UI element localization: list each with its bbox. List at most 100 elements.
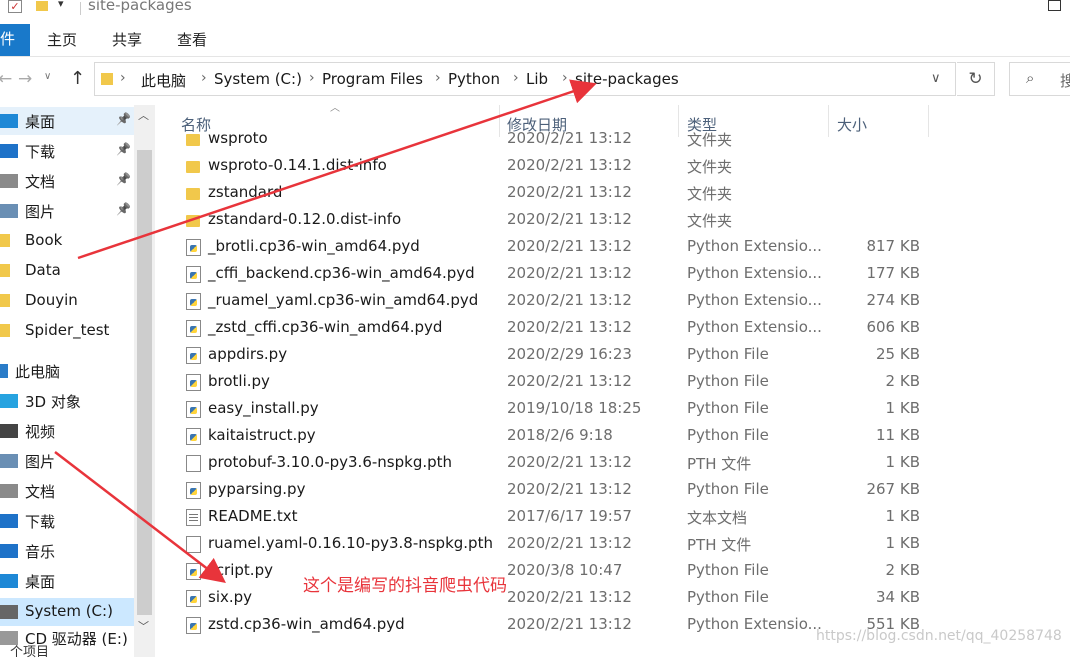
file-row[interactable]: appdirs.py 2020/2/29 16:23 Python File 25 K…: [170, 342, 1070, 369]
item-count: 个项目: [10, 645, 50, 660]
search-input[interactable]: ⌕ 搜: [1009, 62, 1070, 96]
file-name: appdirs.py: [208, 345, 288, 363]
file-type: Python File: [687, 480, 769, 498]
chevron-right-icon[interactable]: ›: [513, 70, 519, 86]
chevron-right-icon[interactable]: ›: [309, 70, 315, 86]
file-name: _brotli.cp36-win_amd64.pyd: [208, 237, 420, 255]
python-file-icon: [186, 482, 201, 499]
nav-item[interactable]: 此电脑: [0, 357, 134, 385]
folder-icon: [0, 324, 10, 337]
recent-locations-icon[interactable]: ∨: [44, 71, 51, 82]
nav-item[interactable]: 音乐: [0, 537, 134, 565]
scroll-up-icon[interactable]: ︿: [138, 107, 149, 123]
document-icon: [0, 174, 18, 188]
up-arrow-icon[interactable]: ↑: [70, 68, 85, 89]
file-row[interactable]: _ruamel_yaml.cp36-win_amd64.pyd 2020/2/21…: [170, 288, 1070, 315]
nav-item-label: 此电脑: [15, 363, 61, 381]
nav-item-label: 下载: [25, 513, 56, 531]
nav-item[interactable]: 图片: [0, 447, 134, 475]
3d-objects-icon: [0, 394, 18, 408]
nav-item-label: Douyin: [25, 291, 78, 309]
back-arrow-icon[interactable]: ←: [0, 69, 12, 89]
maximize-button[interactable]: [1048, 0, 1061, 11]
chevron-right-icon[interactable]: ›: [562, 70, 568, 86]
file-date: 2020/2/21 13:12: [507, 129, 632, 147]
refresh-button[interactable]: ↻: [957, 62, 995, 96]
tab-home[interactable]: 主页: [47, 29, 77, 50]
address-bar[interactable]: › 此电脑 › System (C:) › Program Files › Py…: [94, 62, 956, 96]
nav-scrollbar-thumb[interactable]: [137, 150, 152, 615]
address-dropdown-icon[interactable]: ∨: [931, 71, 941, 86]
nav-item-label: 桌面: [25, 113, 56, 131]
nav-item[interactable]: Spider_test: [0, 317, 134, 345]
file-row[interactable]: ruamel.yaml-0.16.10-py3.8-nspkg.pth 2020/…: [170, 531, 1070, 558]
nav-item[interactable]: 下载: [0, 507, 134, 535]
file-type: Python Extensio...: [687, 615, 822, 633]
file-size: 1 KB: [885, 399, 920, 417]
folder-icon: [186, 161, 200, 173]
crumb-lib[interactable]: Lib: [526, 70, 548, 88]
file-type: Python File: [687, 588, 769, 606]
file-row[interactable]: zstandard 2020/2/21 13:12 文件夹: [170, 180, 1070, 207]
chevron-right-icon[interactable]: ›: [201, 70, 207, 86]
crumb-this-pc[interactable]: 此电脑: [141, 70, 186, 91]
tab-file[interactable]: 件: [0, 24, 30, 56]
file-name: script.py: [208, 561, 273, 579]
file-name: _zstd_cffi.cp36-win_amd64.pyd: [208, 318, 443, 336]
file-size: 34 KB: [876, 588, 920, 606]
file-row[interactable]: pyparsing.py 2020/2/21 13:12 Python File 26…: [170, 477, 1070, 504]
text-file-icon: [186, 509, 201, 526]
file-row[interactable]: brotli.py 2020/2/21 13:12 Python File 2 KB: [170, 369, 1070, 396]
nav-item[interactable]: Data: [0, 257, 134, 285]
file-size: 177 KB: [866, 264, 920, 282]
nav-item[interactable]: 桌面 📌: [0, 107, 134, 135]
file-row[interactable]: wsproto 2020/2/21 13:12 文件夹: [170, 126, 1070, 153]
chevron-right-icon[interactable]: ›: [120, 70, 126, 86]
tab-view[interactable]: 查看: [177, 29, 207, 50]
pin-icon: 📌: [116, 172, 131, 186]
download-icon: [0, 514, 18, 528]
nav-item[interactable]: 图片 📌: [0, 197, 134, 225]
crumb-site-packages[interactable]: site-packages: [575, 70, 679, 88]
file-type: Python Extensio...: [687, 237, 822, 255]
nav-item[interactable]: 桌面: [0, 567, 134, 595]
file-row[interactable]: README.txt 2017/6/17 19:57 文本文档 1 KB: [170, 504, 1070, 531]
nav-item[interactable]: 文档 📌: [0, 167, 134, 195]
file-row[interactable]: kaitaistruct.py 2018/2/6 9:18 Python File 1…: [170, 423, 1070, 450]
nav-item[interactable]: 下载 📌: [0, 137, 134, 165]
nav-item-label: Spider_test: [25, 321, 110, 339]
crumb-python[interactable]: Python: [448, 70, 500, 88]
file-row[interactable]: _cffi_backend.cp36-win_amd64.pyd 2020/2/2…: [170, 261, 1070, 288]
file-name: wsproto-0.14.1.dist-info: [208, 156, 387, 174]
file-row[interactable]: wsproto-0.14.1.dist-info 2020/2/21 13:12 文…: [170, 153, 1070, 180]
file-row[interactable]: easy_install.py 2019/10/18 18:25 Python Fi…: [170, 396, 1070, 423]
file-row[interactable]: _brotli.cp36-win_amd64.pyd 2020/2/21 13:1…: [170, 234, 1070, 261]
nav-item[interactable]: Book: [0, 227, 134, 255]
file-name: _ruamel_yaml.cp36-win_amd64.pyd: [208, 291, 479, 309]
nav-item[interactable]: Douyin: [0, 287, 134, 315]
tab-share[interactable]: 共享: [112, 29, 142, 50]
nav-item[interactable]: 文档: [0, 477, 134, 505]
file-type: Python File: [687, 426, 769, 444]
file-row[interactable]: protobuf-3.10.0-py3.6-nspkg.pth 2020/2/21…: [170, 450, 1070, 477]
checkmark-icon[interactable]: ✓: [8, 0, 22, 13]
file-size: 11 KB: [876, 426, 920, 444]
python-file-icon: [186, 590, 201, 607]
file-name: kaitaistruct.py: [208, 426, 316, 444]
nav-item[interactable]: 3D 对象: [0, 387, 134, 415]
scroll-down-icon[interactable]: ﹀: [138, 618, 149, 634]
quick-access-dropdown-icon[interactable]: ▾: [58, 0, 64, 10]
crumb-program-files[interactable]: Program Files: [322, 70, 423, 88]
nav-item[interactable]: System (C:): [0, 598, 134, 626]
file-row[interactable]: _zstd_cffi.cp36-win_amd64.pyd 2020/2/21 1…: [170, 315, 1070, 342]
python-file-icon: [186, 347, 201, 364]
file-size: 2 KB: [885, 561, 920, 579]
file-type: Python File: [687, 345, 769, 363]
nav-item[interactable]: 视频: [0, 417, 134, 445]
forward-arrow-icon[interactable]: →: [18, 69, 32, 89]
python-file-icon: [186, 563, 201, 580]
crumb-system-c[interactable]: System (C:): [214, 70, 302, 88]
file-row[interactable]: zstandard-0.12.0.dist-info 2020/2/21 13:1…: [170, 207, 1070, 234]
file-date: 2020/2/21 13:12: [507, 372, 632, 390]
chevron-right-icon[interactable]: ›: [435, 70, 441, 86]
